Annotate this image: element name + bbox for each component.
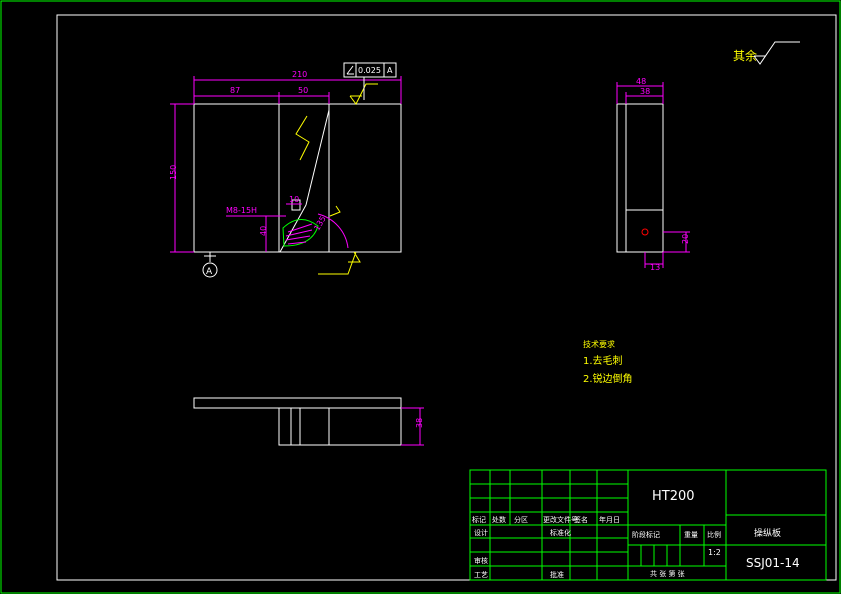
datum-label: A — [206, 267, 213, 277]
tb-mark: 标记 — [472, 515, 486, 524]
section-hatch — [282, 199, 319, 247]
dim-height: 150 — [169, 165, 178, 180]
tb-weight: 重量 — [684, 531, 698, 539]
tb-signature: 签名 — [574, 515, 588, 524]
notes-item-2: 2.锐边倒角 — [583, 372, 633, 385]
tb-designer: 设计 — [474, 528, 488, 537]
dimension-slot-depth — [226, 215, 286, 252]
dim-hole-y: 20 — [681, 234, 690, 244]
roughness-bottom-icon — [318, 251, 361, 275]
tb-scale-label: 比例 — [707, 530, 721, 539]
bottom-boss — [278, 407, 402, 446]
drawing-sheet: 其余 135 210 87 50 0.025 A 150 40 M8-15H 1… — [0, 0, 841, 594]
dim-bottom-thickness: 38 — [415, 418, 424, 428]
dim-left-width: 87 — [230, 86, 240, 95]
dim-total-width: 210 — [292, 70, 307, 79]
slot-slant-line — [305, 109, 330, 206]
break-line — [295, 115, 310, 161]
tb-scale: 1:2 — [708, 548, 721, 557]
front-body — [193, 103, 402, 253]
notes-title: 技术要求 — [583, 339, 615, 349]
dim-slot-width: 50 — [298, 86, 308, 95]
tb-stage-mark: 阶段标记 — [632, 530, 660, 539]
tb-count: 处数 — [492, 515, 506, 524]
roughness-slot-icon — [329, 205, 341, 217]
tb-approve: 批准 — [550, 570, 564, 579]
tb-date: 年月日 — [599, 515, 620, 524]
tolerance-datum: A — [387, 66, 393, 75]
tb-sheets: 共 张 第 张 — [650, 569, 685, 578]
tb-part-name: 操纵板 — [754, 527, 781, 539]
tb-checker: 审核 — [474, 556, 488, 565]
surface-finish-label: 其余 — [733, 48, 757, 63]
dim-hole-x: 13 — [650, 263, 660, 272]
angularity-icon — [346, 65, 354, 75]
tolerance-frame: 0.025 A — [343, 62, 397, 100]
notes-item-1: 1.去毛刺 — [583, 355, 623, 367]
bottom-plate — [193, 397, 402, 409]
roughness-symbol-icon — [753, 41, 800, 65]
side-body — [616, 103, 664, 253]
front-view: 135 210 87 50 0.025 A 150 40 M8-15H 10 A — [169, 62, 402, 278]
tolerance-value: 0.025 — [358, 66, 381, 75]
tb-zone: 分区 — [514, 515, 528, 524]
dim-thread: M8-15H — [226, 206, 257, 215]
tb-material: HT200 — [652, 489, 695, 504]
dim-side-inner: 38 — [640, 87, 650, 96]
tb-drawing-number: SSJ01-14 — [746, 556, 800, 570]
technical-notes: 技术要求 1.去毛刺 2.锐边倒角 — [583, 339, 633, 385]
outer-border — [0, 0, 841, 594]
dim-slot-depth: 40 — [259, 226, 268, 236]
side-view: 48 38 13 20 — [616, 77, 690, 272]
tb-process: 工艺 — [474, 571, 488, 579]
datum-marker: A — [202, 252, 218, 278]
drawing-frame — [56, 14, 837, 581]
dim-small: 10 — [289, 195, 299, 204]
dim-side-total: 48 — [636, 77, 646, 86]
side-hole — [641, 228, 649, 236]
tb-standardization: 标准化 — [550, 528, 571, 537]
tb-change-doc: 更改文件号 — [543, 515, 578, 524]
bottom-view: 38 — [193, 397, 424, 446]
surface-finish-note: 其余 — [733, 41, 800, 65]
